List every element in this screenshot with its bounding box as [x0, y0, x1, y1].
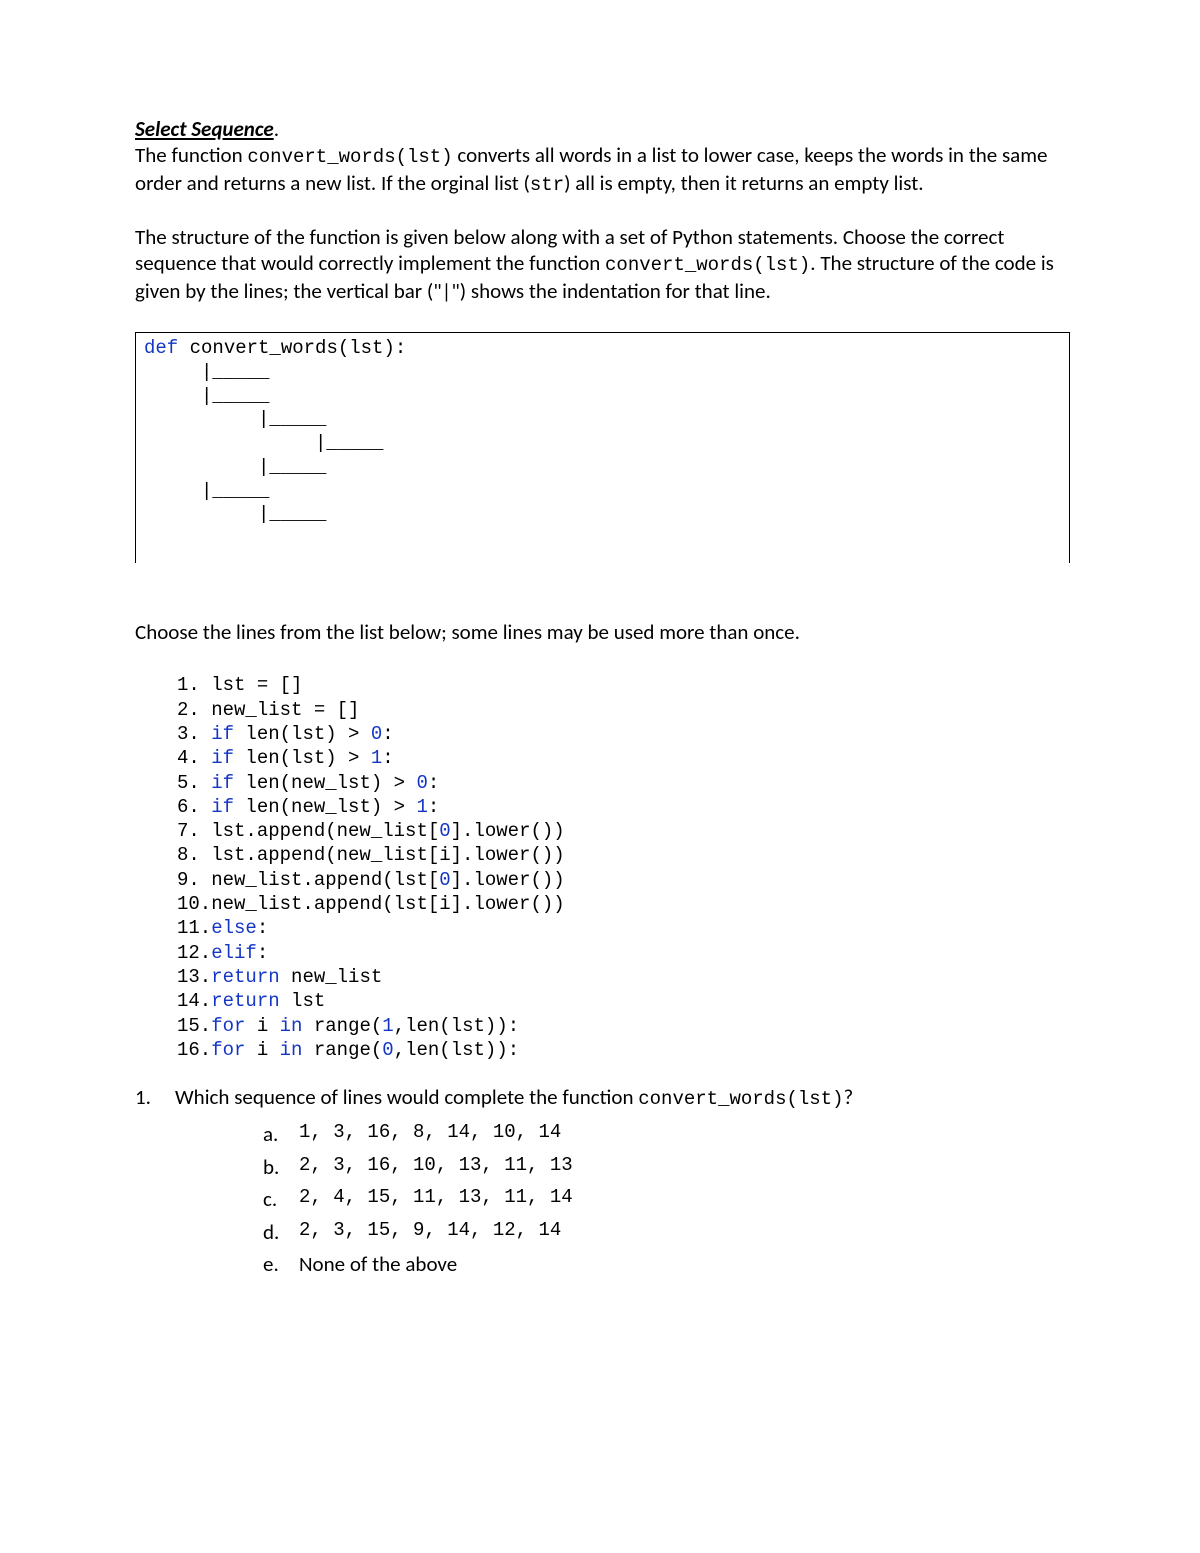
statement-item: 6. if len(new_lst) > 1:: [177, 795, 1070, 819]
answer-text: 2, 3, 15, 9, 14, 12, 14: [299, 1216, 561, 1249]
intro-2-code-a: convert_words(lst): [605, 254, 810, 276]
statement-item: 15.for i in range(1,len(lst)):: [177, 1014, 1070, 1038]
structure-line: |_____: [144, 385, 269, 407]
answer-choice: c.2, 4, 15, 11, 13, 11, 14: [263, 1183, 1070, 1216]
section-heading: Select Sequence: [135, 116, 274, 142]
question-code: convert_words(lst): [638, 1088, 843, 1110]
function-structure-box: def convert_words(lst): |_____ |_____ |_…: [135, 332, 1070, 563]
answer-choice: e.None of the above: [263, 1248, 1070, 1281]
answer-letter: b.: [263, 1151, 299, 1184]
structure-line: |_____: [144, 408, 326, 430]
answer-choice: b.2, 3, 16, 10, 13, 11, 13: [263, 1151, 1070, 1184]
section-heading-para: Select Sequence.: [135, 116, 1070, 142]
answer-text: 2, 4, 15, 11, 13, 11, 14: [299, 1183, 573, 1216]
heading-period: .: [274, 116, 279, 142]
structure-line: |_____: [144, 456, 326, 478]
statement-item: 11.else:: [177, 916, 1070, 940]
intro-paragraph-2: The structure of the function is given b…: [135, 224, 1070, 304]
intro-1-text-a: The function: [135, 142, 247, 168]
intro-1-text-c: ) all is empty, then it returns an empty…: [564, 170, 923, 196]
answer-choice: d.2, 3, 15, 9, 14, 12, 14: [263, 1216, 1070, 1249]
answer-text: None of the above: [299, 1248, 457, 1281]
answer-choices: a.1, 3, 16, 8, 14, 10, 14b.2, 3, 16, 10,…: [263, 1118, 1070, 1281]
structure-line: |_____: [144, 432, 383, 454]
intro-1-code-a: convert_words(lst): [247, 146, 452, 168]
statement-item: 7. lst.append(new_list[0].lower()): [177, 819, 1070, 843]
statement-item: 5. if len(new_lst) > 0:: [177, 771, 1070, 795]
answer-letter: a.: [263, 1118, 299, 1151]
code-signature: convert_words(lst):: [178, 337, 406, 359]
answer-letter: e.: [263, 1248, 299, 1281]
statement-item: 16.for i in range(0,len(lst)):: [177, 1038, 1070, 1062]
statement-list: 1. lst = []2. new_list = []3. if len(lst…: [177, 673, 1070, 1062]
answer-letter: d.: [263, 1216, 299, 1249]
question-text: Which sequence of lines would complete t…: [175, 1084, 853, 1112]
answer-letter: c.: [263, 1183, 299, 1216]
question-1: 1. Which sequence of lines would complet…: [135, 1084, 1070, 1112]
statement-item: 3. if len(lst) > 0:: [177, 722, 1070, 746]
document-page: Select Sequence. The function convert_wo…: [0, 0, 1200, 1553]
statement-item: 4. if len(lst) > 1:: [177, 746, 1070, 770]
question-number: 1.: [135, 1084, 175, 1112]
answer-choice: a.1, 3, 16, 8, 14, 10, 14: [263, 1118, 1070, 1151]
code-keyword-def: def: [144, 337, 178, 359]
statement-item: 13.return new_list: [177, 965, 1070, 989]
statement-item: 9. new_list.append(lst[0].lower()): [177, 868, 1070, 892]
intro-paragraph-1: The function convert_words(lst) converts…: [135, 142, 1070, 198]
structure-line: |_____: [144, 480, 269, 502]
statement-item: 2. new_list = []: [177, 698, 1070, 722]
statement-item: 8. lst.append(new_list[i].lower()): [177, 843, 1070, 867]
statement-item: 14.return lst: [177, 989, 1070, 1013]
statement-item: 1. lst = []: [177, 673, 1070, 697]
question-text-post: ?: [843, 1084, 853, 1110]
answer-text: 2, 3, 16, 10, 13, 11, 13: [299, 1151, 573, 1184]
choose-lines-prompt: Choose the lines from the list below; so…: [135, 619, 1070, 645]
structure-line: |_____: [144, 503, 326, 525]
statement-item: 10.new_list.append(lst[i].lower()): [177, 892, 1070, 916]
structure-line: |_____: [144, 361, 269, 383]
statement-item: 12.elif:: [177, 941, 1070, 965]
answer-text: 1, 3, 16, 8, 14, 10, 14: [299, 1118, 561, 1151]
question-text-pre: Which sequence of lines would complete t…: [175, 1084, 638, 1110]
intro-1-code-b: str: [530, 174, 564, 196]
